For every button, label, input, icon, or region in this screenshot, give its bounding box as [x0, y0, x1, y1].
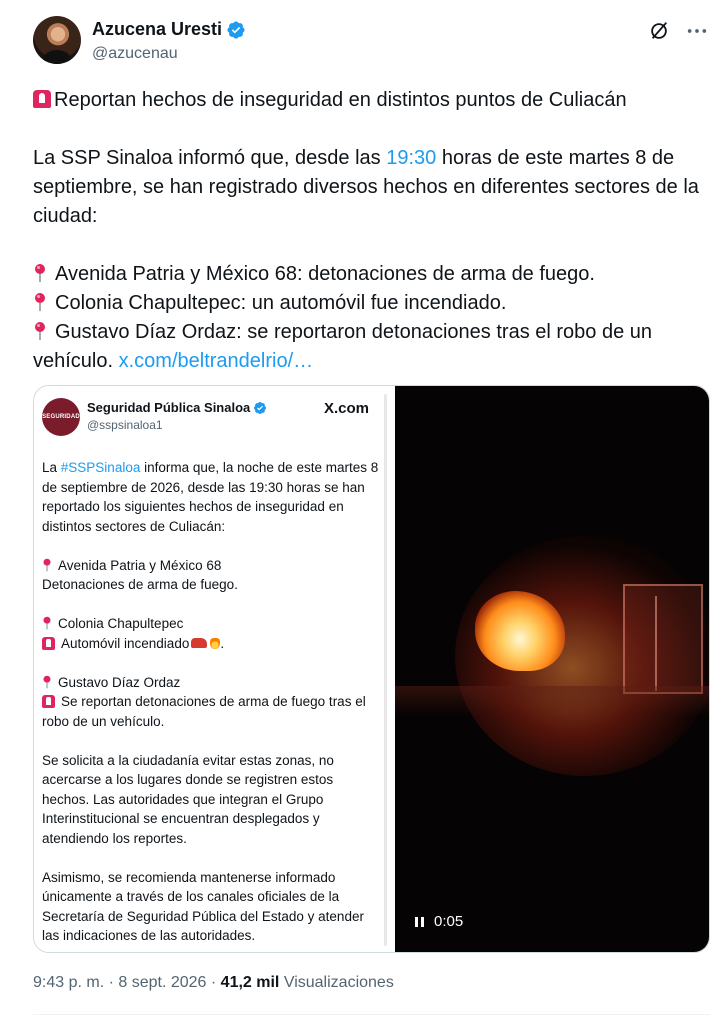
tweet-meta: 9:43 p. m. · 8 sept. 2026 · 41,2 mil Vis…	[33, 974, 394, 992]
pin-icon	[35, 322, 45, 340]
tweet-headline-line: Reportan hechos de inseguridad en distin…	[33, 86, 709, 115]
video-time: 0:05	[434, 913, 464, 930]
embed-paragraph-2: Se solicita a la ciudadanía evitar estas…	[42, 752, 334, 846]
tweet-link[interactable]: x.com/beltrandelrio/…	[119, 350, 314, 372]
views-count: 41,2 mil	[220, 974, 280, 991]
embed-desc-text: Se reportan detonaciones de arma de fueg…	[42, 694, 366, 729]
embedded-screenshot[interactable]: SEGURIDAD Seguridad Pública Sinaloa @ssp…	[34, 386, 390, 952]
meta-separator: ·	[206, 974, 221, 991]
views-label: Visualizaciones	[279, 974, 394, 991]
embed-name-row: Seguridad Pública Sinaloa	[87, 400, 267, 415]
tweet-headline: Reportan hechos de inseguridad en distin…	[54, 89, 627, 111]
verified-badge-icon	[254, 401, 267, 414]
pin-icon	[43, 558, 51, 571]
embed-place-3: Gustavo Díaz Ordaz	[42, 673, 380, 693]
video-controls: 0:05	[415, 913, 463, 930]
embed-avatar: SEGURIDAD	[42, 398, 80, 436]
embed-name: Seguridad Pública Sinaloa	[87, 400, 251, 415]
tweet-item-text: Colonia Chapultepec: un automóvil fue in…	[55, 292, 507, 314]
embed-desc-3: Se reportan detonaciones de arma de fueg…	[42, 692, 380, 731]
embed-place-text: Gustavo Díaz Ordaz	[58, 674, 181, 690]
embed-paragraph-3: Asimismo, se recomienda mantenerse infor…	[42, 869, 364, 944]
more-options-icon[interactable]	[686, 20, 708, 42]
embed-handle: @sspsinaloa1	[87, 418, 163, 432]
tweet-item-1: Avenida Patria y México 68: detonaciones…	[33, 260, 709, 289]
embed-intro-pre: La	[42, 460, 61, 475]
embed-desc-1: Detonaciones de arma de fuego.	[42, 577, 238, 592]
tweet-header: Azucena Uresti @azucenau	[33, 16, 710, 68]
tweet-date[interactable]: 8 sept. 2026	[118, 974, 206, 991]
pin-icon	[43, 675, 51, 688]
embed-place-2: Colonia Chapultepec	[42, 614, 380, 634]
siren-icon	[42, 636, 55, 650]
embed-desc-suffix: .	[220, 635, 225, 651]
divider	[33, 1014, 710, 1015]
embed-scrollbar	[384, 394, 387, 946]
pin-icon	[35, 293, 45, 311]
grok-icon[interactable]	[648, 20, 670, 42]
embed-intro: La #SSPSinaloa informa que, la noche de …	[42, 458, 380, 536]
siren-icon	[33, 90, 51, 108]
author-avatar[interactable]	[33, 16, 81, 64]
author-name-row[interactable]: Azucena Uresti	[92, 19, 246, 40]
car-icon	[191, 637, 208, 648]
pin-icon	[43, 616, 51, 630]
tweet-intro: La SSP Sinaloa informó que, desde las 19…	[33, 144, 709, 231]
tweet-item-2: Colonia Chapultepec: un automóvil fue in…	[33, 289, 709, 318]
author-display-name[interactable]: Azucena Uresti	[92, 19, 222, 40]
embed-avatar-text: SEGURIDAD	[42, 414, 80, 420]
pause-icon[interactable]	[415, 916, 424, 927]
video-street	[395, 686, 709, 716]
siren-icon	[42, 695, 55, 708]
embed-desc-2: Automóvil incendiado.	[42, 634, 380, 654]
pin-icon	[35, 264, 45, 282]
tweet-time[interactable]: 9:43 p. m.	[33, 974, 104, 991]
tweet-body: Reportan hechos de inseguridad en distin…	[33, 86, 709, 376]
media-container: SEGURIDAD Seguridad Pública Sinaloa @ssp…	[33, 385, 710, 953]
verified-badge-icon	[227, 20, 245, 39]
tweet-item-3: Gustavo Díaz Ordaz: se reportaron detona…	[33, 318, 709, 376]
embed-place-1: Avenida Patria y México 68	[42, 556, 380, 576]
embed-place-text: Avenida Patria y México 68	[58, 557, 222, 573]
embed-body: La #SSPSinaloa informa que, la noche de …	[42, 458, 380, 946]
embed-brand: X.com	[324, 400, 370, 417]
header-actions	[648, 20, 708, 42]
tweet-time-link[interactable]: 19:30	[386, 147, 436, 169]
embed-desc-text: Automóvil incendiado	[61, 635, 190, 651]
embed-place-text: Colonia Chapultepec	[58, 616, 184, 631]
video-building	[623, 584, 703, 694]
meta-separator: ·	[104, 974, 119, 991]
tweet-intro-pre: La SSP Sinaloa informó que, desde las	[33, 147, 387, 169]
author-handle[interactable]: @azucenau	[92, 45, 178, 63]
tweet-item-text: Avenida Patria y México 68: detonaciones…	[55, 263, 595, 285]
fire-icon	[210, 635, 221, 649]
video-player[interactable]: 0:05	[395, 386, 709, 952]
embed-hashtag: #SSPSinaloa	[60, 460, 141, 475]
